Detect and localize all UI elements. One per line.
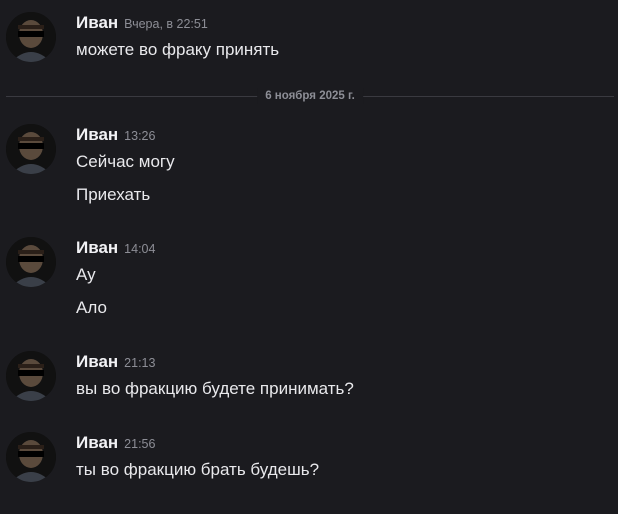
author-name[interactable]: Иван [76, 352, 118, 371]
author-name[interactable]: Иван [76, 238, 118, 257]
avatar-photo [6, 432, 56, 482]
message-timestamp: 13:26 [124, 129, 156, 143]
author-name[interactable]: Иван [76, 13, 118, 32]
avatar[interactable] [6, 124, 56, 174]
avatar-photo [6, 12, 56, 62]
message-text: ты во фракцию брать будешь? [76, 460, 320, 479]
message-timestamp: 14:04 [124, 242, 156, 256]
message-author[interactable]: Иван 14:04 [76, 237, 155, 260]
avatar[interactable] [6, 351, 56, 401]
avatar[interactable] [6, 12, 56, 62]
message-text: Сейчас могу [76, 152, 175, 171]
message-text: Приехать [76, 185, 151, 204]
message-timestamp: 21:13 [124, 356, 156, 370]
message-timestamp: 21:56 [124, 437, 156, 451]
date-divider: 6 ноября 2025 г. [6, 88, 614, 104]
avatar-photo [6, 124, 56, 174]
avatar[interactable] [6, 432, 56, 482]
avatar[interactable] [6, 237, 56, 287]
message-author[interactable]: Иван 13:26 [76, 124, 155, 147]
message-text: Ало [76, 298, 107, 317]
message-author[interactable]: Иван 21:56 [76, 432, 155, 455]
author-name[interactable]: Иван [76, 433, 118, 452]
date-divider-label: 6 ноября 2025 г. [257, 88, 363, 104]
avatar-photo [6, 351, 56, 401]
chat-messages: Иван Вчера, в 22:51 можете во фраку приня… [0, 0, 618, 514]
message-author[interactable]: Иван Вчера, в 22:51 [76, 12, 208, 35]
message-author[interactable]: Иван 21:13 [76, 351, 155, 374]
message-timestamp: Вчера, в 22:51 [124, 17, 208, 31]
message-text: вы во фракцию будете принимать? [76, 379, 354, 398]
message-text: можете во фраку принять [76, 40, 280, 59]
message-text: Ау [76, 265, 96, 284]
author-name[interactable]: Иван [76, 125, 118, 144]
avatar-photo [6, 237, 56, 287]
